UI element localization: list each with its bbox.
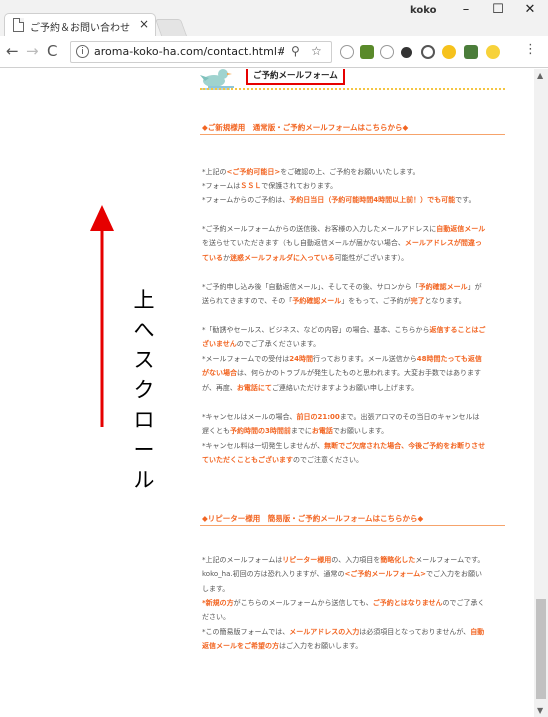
vertical-scrollbar[interactable]: ▲ ▼: [534, 69, 548, 717]
highlight-text: 予約日当日（予約可能時間4時間以上前！）でも可能: [289, 196, 456, 204]
scrollbar-thumb[interactable]: [536, 599, 546, 699]
regular-form-link[interactable]: ◆ご新規様用 通常版・ご予約メールフォームはこちらから◆: [202, 122, 408, 133]
notice-paragraph: *上記の<ご予約可能日>をご確認の上、ご予約をお願いいたします。: [202, 168, 420, 176]
section-divider: [200, 134, 505, 135]
highlight-text: 迷惑メールフォルダに入っている: [230, 253, 335, 262]
bookmark-star-icon[interactable]: ☆: [311, 44, 322, 58]
extension-icon-3[interactable]: [380, 45, 394, 59]
notice-paragraph: *キャンセル料は一切発生しませんが、無断でご欠席された場合、今後ご予約をお断りさ…: [202, 442, 486, 465]
highlight-text: 前日の21:00: [296, 413, 340, 421]
highlight-text: お電話: [311, 427, 333, 436]
header-divider: [200, 88, 505, 91]
reload-button[interactable]: C: [47, 42, 57, 60]
forward-button[interactable]: →: [26, 42, 39, 60]
tab-title: ご予約＆お問い合わせ ア: [30, 23, 135, 34]
highlight-text: ＳＳＬ: [240, 182, 262, 190]
notice-paragraph: *ご予約申し込み後「自動返信メール」、そしてその後、サロンから「予約確認メール」…: [202, 283, 482, 306]
highlight-text: メールアドレスの入力: [289, 628, 360, 636]
highlight-text: お電話にて: [236, 383, 272, 392]
extension-icon-8[interactable]: [486, 45, 500, 59]
highlight-text: 返信することはございません: [202, 326, 486, 349]
page-viewport: ご予約メールフォーム ◆ご新規様用 通常版・ご予約メールフォームはこちらから◆ …: [0, 69, 534, 717]
highlight-text: 無断でご欠席された場合、今後ご予約をお断りさせていただくこともございます: [202, 442, 486, 465]
highlight-text: リピーター様用: [282, 556, 332, 564]
notice-paragraph: *キャンセルはメールの場合、前日の21:00まで。出張アロマのその当日のキャンセ…: [202, 413, 480, 436]
menu-icon[interactable]: ⋮: [524, 42, 537, 57]
new-tab-button[interactable]: [154, 19, 188, 36]
extension-icon-1[interactable]: [340, 45, 354, 59]
highlight-text: 24時間: [289, 355, 314, 363]
extension-icon-4[interactable]: [401, 47, 412, 58]
extension-icon-6[interactable]: [442, 45, 456, 59]
notice-paragraph: *上記のメールフォームはリピーター様用の、入力項目を簡略化したメールフォームです…: [202, 556, 485, 593]
form-header: ご予約メールフォーム: [200, 69, 505, 95]
form-header-title: ご予約メールフォーム: [246, 69, 345, 85]
title-bar: ご予約＆お問い合わせ ア × koko – ☐ ✕: [0, 0, 548, 36]
highlight-text: <ご予約メールフォーム>: [344, 570, 427, 579]
zoom-icon[interactable]: ⚲: [291, 44, 300, 58]
scroll-up-instruction: 上へスクロール: [133, 288, 155, 492]
notice-paragraph: *ご予約メールフォームからの送信後、お客様の入力したメールアドレスに自動返信メー…: [202, 225, 486, 262]
tab-close-icon[interactable]: ×: [139, 17, 149, 31]
repeater-form-link[interactable]: ◆リピーター様用 簡易版・ご予約メールフォームはこちらから◆: [202, 513, 423, 524]
highlight-text: 予約確認メール: [292, 297, 342, 306]
browser-tab[interactable]: ご予約＆お問い合わせ ア ×: [4, 13, 156, 36]
profile-name[interactable]: koko: [410, 5, 437, 16]
highlight-text: 完了: [410, 297, 425, 306]
notice-paragraph: *この簡易版フォームでは、メールアドレスの入力は必須項目となっておりませんが、自…: [202, 628, 485, 651]
url-text[interactable]: aroma-koko-ha.com/contact.html#yoya...: [94, 45, 284, 58]
notice-paragraph: *フォームからのご予約は、予約日当日（予約可能時間4時間以上前！）でも可能です。: [202, 196, 476, 204]
highlight-text: 自動返信メール: [436, 225, 486, 233]
browser-toolbar: ← → C i aroma-koko-ha.com/contact.html#y…: [0, 36, 548, 68]
back-button[interactable]: ←: [6, 42, 19, 60]
highlight-text: 48時間たっても返信がない場合: [202, 355, 482, 378]
info-icon[interactable]: i: [76, 45, 89, 58]
highlight-text: 予約時間の3時間前: [230, 427, 291, 436]
extension-icon-7[interactable]: [464, 45, 478, 59]
notice-paragraph: *「勧誘やセールス、ビジネス、などの内容」の場合、基本、こちらから返信することは…: [202, 326, 486, 349]
notice-paragraph: *フォームはＳＳＬで保護されております。: [202, 182, 338, 190]
section-divider: [200, 525, 505, 526]
extension-icon-5[interactable]: [421, 45, 435, 59]
maximize-button[interactable]: ☐: [484, 2, 512, 17]
highlight-text: <ご予約可能日>: [226, 168, 281, 176]
red-up-arrow-icon: [90, 205, 114, 427]
page-icon: [13, 18, 24, 32]
extension-icon-2[interactable]: [360, 45, 374, 59]
highlight-text: 簡略化した: [380, 556, 416, 564]
minimize-button[interactable]: –: [452, 2, 480, 17]
notice-paragraph: *新規の方がこちらのメールフォームから送信しても、ご予約とはなりませんのでご了承…: [202, 599, 485, 622]
highlight-text: ご予約とはなりません: [372, 599, 443, 607]
scroll-down-arrow-icon[interactable]: ▼: [537, 706, 543, 715]
notice-paragraph: *メールフォームでの受付は24時間行っております。メール送信から48時間たっても…: [202, 355, 482, 392]
highlight-text: *新規の方: [202, 599, 234, 607]
scroll-up-arrow-icon[interactable]: ▲: [537, 71, 543, 80]
close-window-button[interactable]: ✕: [516, 2, 544, 17]
address-bar[interactable]: i aroma-koko-ha.com/contact.html#yoya...…: [70, 41, 332, 63]
highlight-text: 予約確認メール: [418, 283, 468, 291]
